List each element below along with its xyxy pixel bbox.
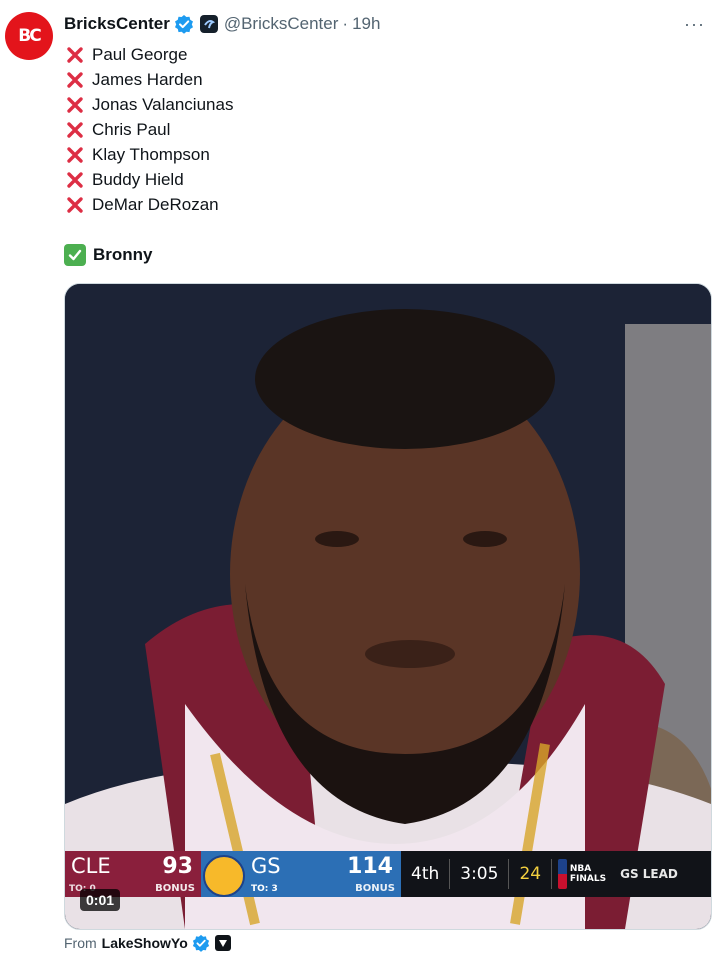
tweet-line: Klay Thompson bbox=[64, 142, 233, 167]
video-player[interactable]: CLE 93 TO: 0 BONUS GS 114 TO: 3 BONUS 4t… bbox=[64, 283, 712, 930]
display-name[interactable]: BricksCenter bbox=[64, 14, 170, 34]
cross-mark-icon bbox=[64, 119, 86, 141]
tweet-check-line: Bronny bbox=[64, 242, 153, 267]
affiliate-badge-icon[interactable] bbox=[199, 15, 218, 33]
tweet-line-text: Paul George bbox=[92, 45, 188, 64]
more-options-icon[interactable]: ··· bbox=[684, 14, 705, 35]
avatar-logo-text: BC bbox=[18, 26, 41, 46]
video-timer: 0:01 bbox=[80, 889, 121, 911]
from-name[interactable]: LakeShowYo bbox=[102, 935, 188, 951]
game-quarter: 4th bbox=[401, 859, 451, 889]
team2-timeouts: TO: 3 bbox=[251, 884, 278, 894]
check-line-text: Bronny bbox=[93, 244, 153, 264]
lead-text: GS LEAD bbox=[620, 867, 678, 881]
tweet-line-text: Buddy Hield bbox=[92, 170, 184, 189]
verified-badge-icon bbox=[192, 934, 210, 952]
from-label: From bbox=[64, 935, 97, 951]
nba-finals-logo-icon: NBA FINALS bbox=[558, 856, 606, 892]
cross-mark-icon bbox=[64, 94, 86, 116]
video-frame bbox=[65, 284, 711, 929]
logo-text-nba: NBA bbox=[569, 864, 592, 874]
tweet-line: DeMar DeRozan bbox=[64, 192, 233, 217]
tweet-line-text: Chris Paul bbox=[92, 120, 171, 139]
tweet-line: James Harden bbox=[64, 67, 233, 92]
warriors-logo-icon bbox=[203, 855, 245, 897]
scorebug-team2: GS 114 TO: 3 BONUS bbox=[201, 851, 401, 897]
team2-abbr: GS bbox=[251, 854, 281, 878]
shot-clock: 24 bbox=[509, 859, 553, 889]
team2-bonus: BONUS bbox=[355, 883, 395, 894]
separator-dot: · bbox=[342, 14, 349, 33]
cross-mark-icon bbox=[64, 44, 86, 66]
check-mark-icon bbox=[64, 243, 86, 266]
video-attribution: From LakeShowYo bbox=[64, 933, 231, 953]
post-time[interactable]: 19h bbox=[352, 14, 380, 34]
team1-bonus: BONUS bbox=[155, 883, 195, 894]
verified-badge-icon bbox=[174, 14, 194, 34]
scorebug: CLE 93 TO: 0 BONUS GS 114 TO: 3 BONUS 4t… bbox=[65, 851, 711, 897]
tweet-line: Chris Paul bbox=[64, 117, 233, 142]
logo-text-finals: FINALS bbox=[569, 874, 607, 884]
tweet-line-text: DeMar DeRozan bbox=[92, 195, 219, 214]
user-handle[interactable]: @BricksCenter bbox=[224, 14, 339, 34]
tweet-line: Jonas Valanciunas bbox=[64, 92, 233, 117]
team2-score: 114 bbox=[347, 854, 393, 879]
scorebug-info: 4th 3:05 24 NBA FINALS GS LEAD bbox=[401, 851, 711, 897]
tweet-header: BricksCenter @BricksCenter · 19h bbox=[64, 12, 380, 36]
affiliate-badge-icon[interactable] bbox=[214, 935, 231, 951]
cross-mark-icon bbox=[64, 194, 86, 216]
team1-abbr: CLE bbox=[71, 854, 111, 878]
tweet-line-text: Klay Thompson bbox=[92, 145, 210, 164]
tweet-line-text: James Harden bbox=[92, 70, 203, 89]
team1-score: 93 bbox=[162, 854, 193, 879]
tweet-text: Paul George James Harden Jonas Valanciunas… bbox=[64, 42, 233, 217]
cross-mark-icon bbox=[64, 69, 86, 91]
game-clock: 3:05 bbox=[450, 859, 510, 889]
avatar[interactable]: BC bbox=[5, 12, 53, 60]
tweet-line-text: Jonas Valanciunas bbox=[92, 95, 234, 114]
cross-mark-icon bbox=[64, 169, 86, 191]
tweet-line: Paul George bbox=[64, 42, 233, 67]
cross-mark-icon bbox=[64, 144, 86, 166]
tweet-line: Buddy Hield bbox=[64, 167, 233, 192]
